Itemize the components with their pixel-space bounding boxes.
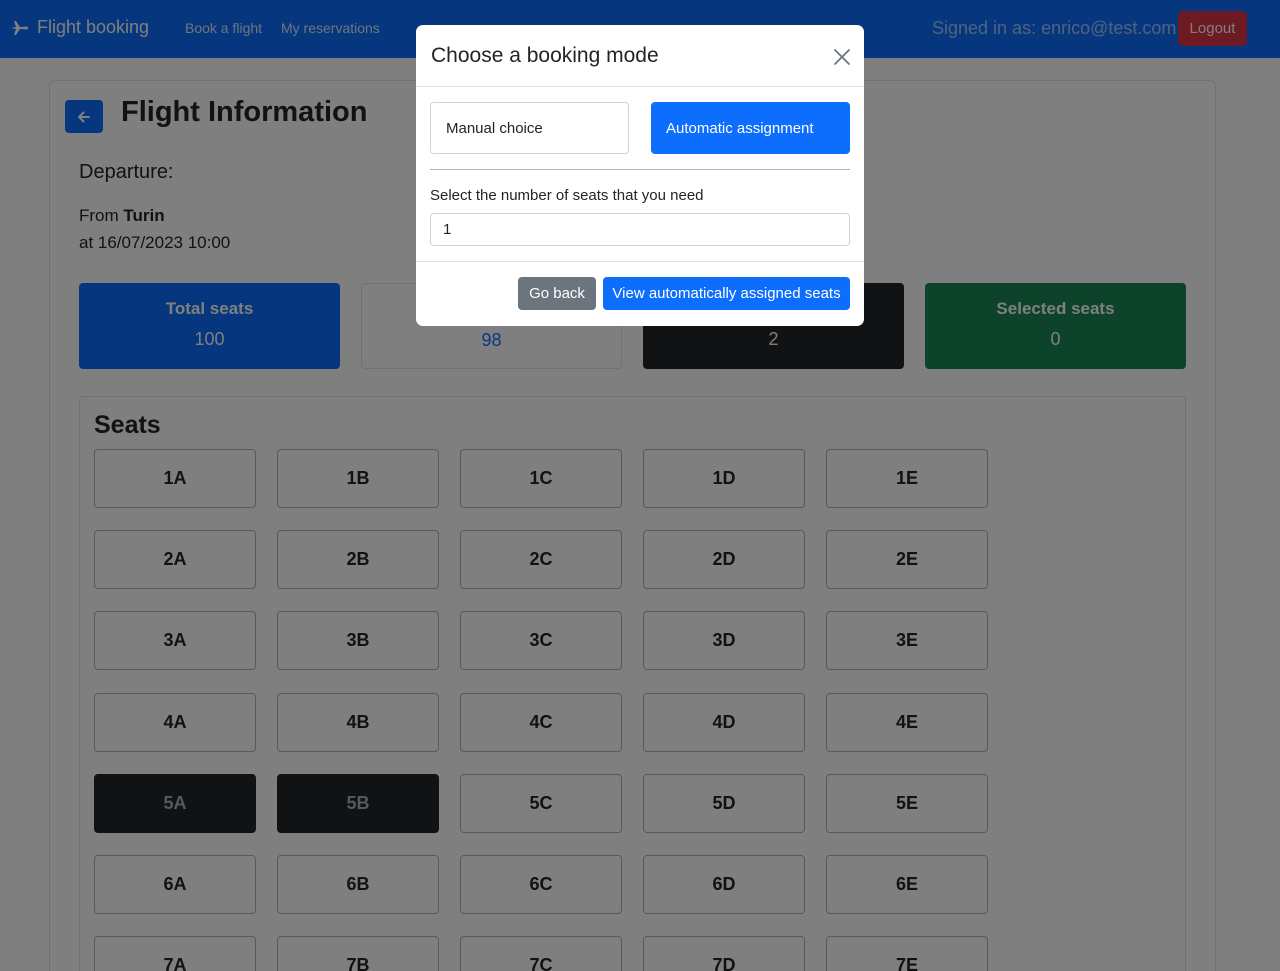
seats-number-input[interactable] (430, 213, 850, 246)
view-assigned-seats-button[interactable]: View automatically assigned seats (603, 277, 850, 310)
modal-title: Choose a booking mode (431, 44, 659, 67)
manual-choice-button[interactable]: Manual choice (430, 102, 629, 154)
seats-number-label: Select the number of seats that you need (430, 187, 704, 204)
go-back-button[interactable]: Go back (518, 277, 596, 310)
booking-mode-modal: Choose a booking mode Manual choice Auto… (416, 25, 864, 326)
automatic-assignment-button[interactable]: Automatic assignment (651, 102, 850, 154)
close-icon[interactable] (832, 47, 852, 67)
modal-separator (430, 169, 850, 170)
modal-header-divider (416, 86, 864, 87)
modal-footer-divider (416, 261, 864, 262)
